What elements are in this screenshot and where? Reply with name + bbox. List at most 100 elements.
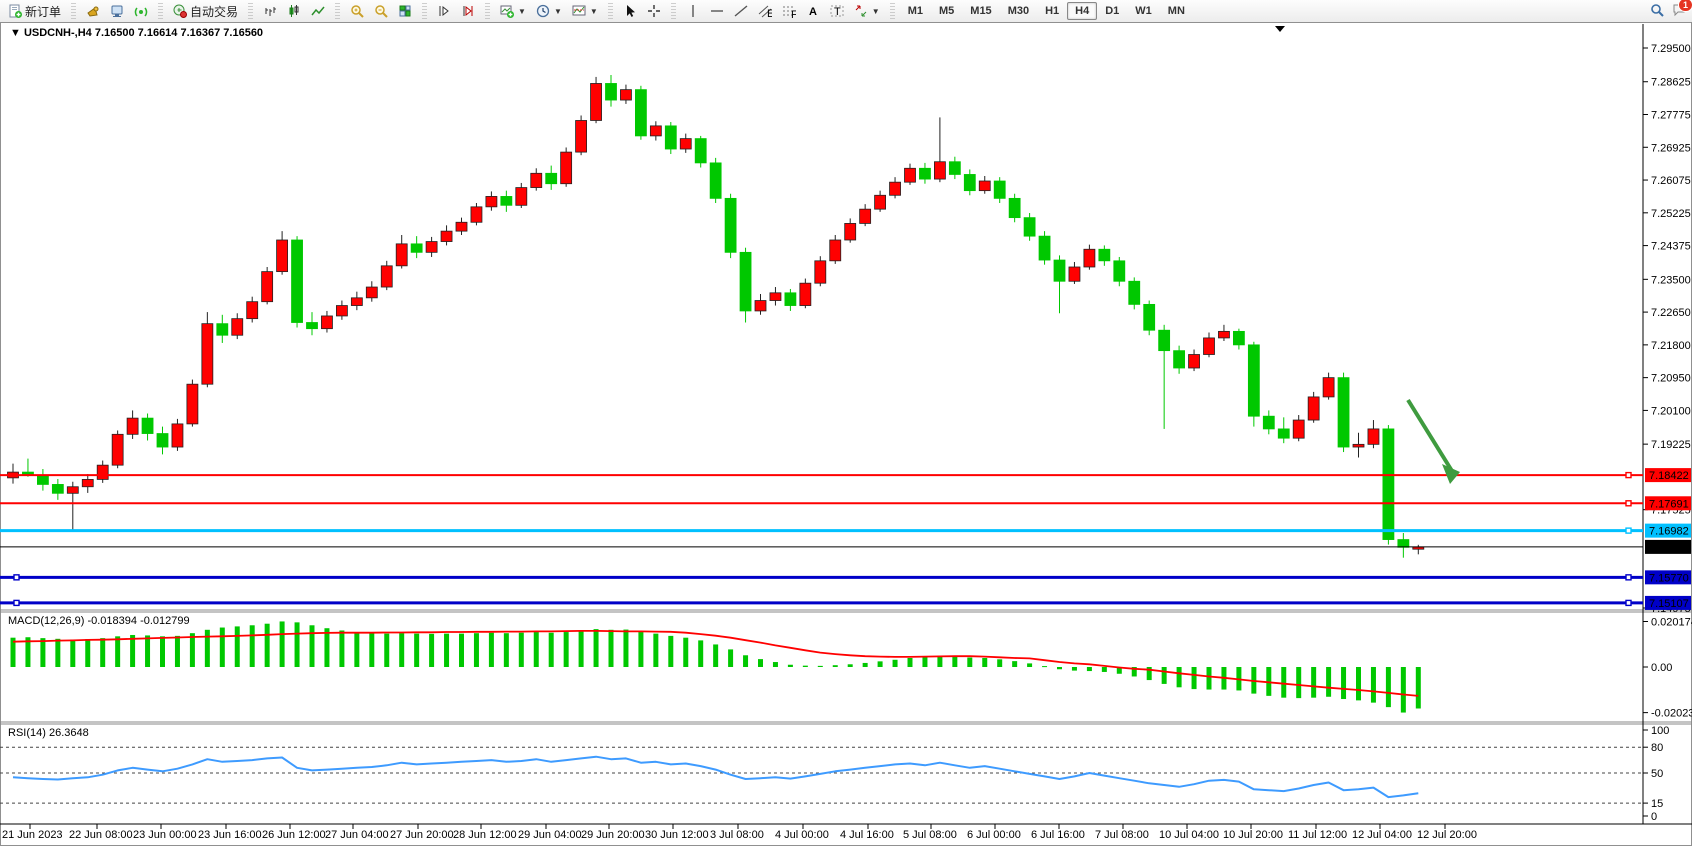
line-handle[interactable]	[14, 600, 19, 605]
cursor-button[interactable]	[618, 1, 642, 21]
svg-text:7.17691: 7.17691	[1649, 498, 1689, 510]
timeframe-mn[interactable]: MN	[1160, 2, 1193, 20]
timeframe-m30[interactable]: M30	[1000, 2, 1037, 20]
chart-forward-button[interactable]	[432, 1, 456, 21]
search-button[interactable]	[1650, 3, 1664, 20]
horn-icon	[86, 4, 100, 18]
text-icon: A	[806, 4, 820, 18]
svg-text:15: 15	[1651, 798, 1663, 810]
macd-label: MACD(12,26,9) -0.018394 -0.012799	[8, 615, 190, 627]
market-watch-button[interactable]	[105, 1, 129, 21]
timeframe-m15[interactable]: M15	[962, 2, 999, 20]
label-icon: T	[830, 4, 844, 18]
chart-bars-icon	[263, 4, 277, 18]
notifications-button[interactable]: 1	[1672, 3, 1686, 20]
timeframe-d1[interactable]: D1	[1097, 2, 1127, 20]
text-label-button[interactable]: T	[825, 1, 849, 21]
timeframe-w1[interactable]: W1	[1127, 2, 1160, 20]
templates-button[interactable]: ▼	[567, 1, 603, 21]
new-chart-button[interactable]: ▼	[495, 1, 531, 21]
svg-text:5 Jul 08:00: 5 Jul 08:00	[903, 829, 957, 841]
template-icon	[572, 4, 586, 18]
timeframe-h4[interactable]: H4	[1067, 2, 1097, 20]
vertical-line-button[interactable]	[681, 1, 705, 21]
chevron-down-icon: ▼	[872, 7, 880, 16]
line-handle[interactable]	[1626, 473, 1631, 478]
trendline-button[interactable]	[729, 1, 753, 21]
svg-text:7.15770: 7.15770	[1649, 572, 1689, 584]
zoom-in-icon	[350, 4, 364, 18]
timeframe-group: M1M5M15M30H1H4D1W1MN	[897, 0, 1196, 22]
tile-windows-button[interactable]	[393, 1, 417, 21]
svg-text:0: 0	[1651, 811, 1657, 823]
auto-trading-button-label: 自动交易	[190, 3, 238, 20]
svg-text:21 Jun 2023: 21 Jun 2023	[2, 829, 63, 841]
svg-text:7.16982: 7.16982	[1649, 526, 1689, 538]
toolbar-separator	[422, 3, 427, 19]
svg-text:7.25225: 7.25225	[1651, 208, 1691, 220]
alerts-button[interactable]	[81, 1, 105, 21]
line-handle[interactable]	[1626, 575, 1631, 580]
periods-button[interactable]: ▼	[531, 1, 567, 21]
line-handle[interactable]	[1626, 528, 1631, 533]
mt4-terminal: 新订单自动交易▼▼▼EFAT▼M1M5M15M30H1H4D1W1MN1 7.2…	[0, 0, 1692, 846]
new-chart-icon	[500, 4, 514, 18]
svg-text:7.21800: 7.21800	[1651, 340, 1691, 352]
zoom-out-icon	[374, 4, 388, 18]
toolbar-separator	[485, 3, 490, 19]
svg-text:7.26075: 7.26075	[1651, 175, 1691, 187]
svg-text:7.24375: 7.24375	[1651, 241, 1691, 253]
new-order-icon	[8, 4, 22, 18]
zoom-out-button[interactable]	[369, 1, 393, 21]
svg-text:80: 80	[1651, 742, 1663, 754]
signal-icon	[134, 4, 148, 18]
line-handle[interactable]	[1626, 600, 1631, 605]
clock-icon	[536, 4, 550, 18]
auto-trading-button[interactable]: 自动交易	[168, 0, 243, 23]
line-handle[interactable]	[14, 575, 19, 580]
svg-text:11 Jul 12:00: 11 Jul 12:00	[1288, 829, 1347, 841]
crosshair-button[interactable]	[642, 1, 666, 21]
svg-text:T: T	[834, 6, 841, 18]
autotrade-icon	[173, 4, 187, 18]
tiles-icon	[398, 4, 412, 18]
text-button[interactable]: A	[801, 1, 825, 21]
timeframe-h1[interactable]: H1	[1037, 2, 1067, 20]
svg-text:23 Jun 16:00: 23 Jun 16:00	[198, 829, 262, 841]
arrows-button[interactable]: ▼	[849, 1, 885, 21]
horizontal-line-button[interactable]	[705, 1, 729, 21]
rsi-label: RSI(14) 26.3648	[8, 727, 89, 739]
channel-icon: E	[758, 4, 772, 18]
svg-text:7.20100: 7.20100	[1651, 405, 1691, 417]
svg-text:26 Jun 12:00: 26 Jun 12:00	[262, 829, 326, 841]
toolbar-separator	[671, 3, 676, 19]
equidistant-channel-button[interactable]: E	[753, 1, 777, 21]
svg-text:4 Jul 00:00: 4 Jul 00:00	[775, 829, 829, 841]
chevron-down-icon: ▼	[590, 7, 598, 16]
arrows-icon	[854, 4, 868, 18]
bar-chart-button[interactable]	[258, 1, 282, 21]
line-chart-button[interactable]	[306, 1, 330, 21]
svg-text:-0.020231: -0.020231	[1651, 708, 1692, 720]
new-order-button[interactable]: 新订单	[3, 0, 66, 23]
toolbar-separator	[335, 3, 340, 19]
signals-button[interactable]	[129, 1, 153, 21]
toolbar-separator	[158, 3, 163, 19]
step-fwd-icon	[437, 4, 451, 18]
candlestick-chart-button[interactable]	[282, 1, 306, 21]
svg-text:10 Jul 20:00: 10 Jul 20:00	[1223, 829, 1283, 841]
fibonacci-button[interactable]: F	[777, 1, 801, 21]
monitor-icon	[110, 4, 124, 18]
timeframe-m1[interactable]: M1	[900, 2, 931, 20]
line-handle[interactable]	[1626, 501, 1631, 506]
chart-end-button[interactable]	[456, 1, 480, 21]
svg-text:E: E	[767, 8, 772, 18]
svg-text:100: 100	[1651, 725, 1669, 737]
svg-text:F: F	[791, 9, 796, 18]
svg-text:29 Jun 20:00: 29 Jun 20:00	[581, 829, 645, 841]
vline-icon	[686, 4, 700, 18]
zoom-in-button[interactable]	[345, 1, 369, 21]
svg-text:7.29500: 7.29500	[1651, 43, 1691, 55]
new-order-button-label: 新订单	[25, 3, 61, 20]
timeframe-m5[interactable]: M5	[931, 2, 962, 20]
